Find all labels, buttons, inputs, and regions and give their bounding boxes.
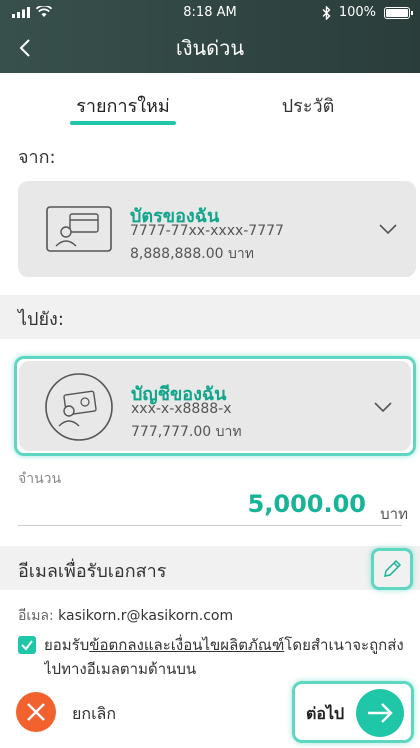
terms-prefix: ยอมรับ [44, 636, 90, 654]
chevron-down-icon [374, 402, 392, 413]
arrow-right-icon [368, 703, 393, 723]
amount-label: จำนวน [18, 471, 62, 487]
pencil-icon[interactable] [382, 559, 402, 579]
chevron-down-icon [379, 224, 397, 235]
terms-link[interactable]: ข้อตกลงและเงื่อนไขผลิตภัณฑ์ [89, 636, 284, 654]
to-card-number: xxx-x-x8888-x [131, 401, 232, 417]
amount-unit: บาท [380, 505, 408, 523]
from-card-amount: 8,888,888.00 บาท [130, 246, 254, 262]
from-card-number: 7777-77xx-xxxx-7777 [130, 223, 284, 239]
footer-bar: ยกเลิก ต่อไป [0, 679, 420, 748]
app-header: 8:18 AM 100% เงินด่วน [0, 0, 420, 73]
bluetooth-icon [322, 5, 331, 20]
tab-history[interactable]: ประวัติ [260, 91, 356, 120]
cancel-button[interactable] [16, 692, 56, 732]
to-card[interactable]: บัญชีของฉัน xxx-x-x8888-x 777,777.00 บาท [19, 361, 411, 451]
to-card-amount: 777,777.00 บาท [131, 424, 242, 440]
next-label[interactable]: ต่อไป [306, 702, 344, 727]
status-right: 100% [322, 5, 413, 20]
next-button[interactable] [356, 689, 404, 737]
email-row: อีเมล: kasikorn.r@kasikorn.com [18, 605, 233, 627]
battery-percent: 100% [338, 5, 376, 20]
from-label: จาก: [18, 147, 56, 168]
email-label: อีเมล: [18, 608, 54, 624]
active-tab-indicator [70, 121, 176, 125]
close-icon [27, 703, 45, 721]
cancel-label[interactable]: ยกเลิก [72, 702, 116, 727]
tab-new-transaction[interactable]: รายการใหม่ [70, 91, 176, 120]
email-section-title: อีเมลเพื่อรับเอกสาร [18, 561, 167, 582]
battery-icon [384, 6, 413, 19]
checkmark-icon [21, 640, 33, 651]
page-title: เงินด่วน [175, 36, 245, 60]
amount-input[interactable]: 5,000.00 [248, 490, 366, 518]
tab-bar: รายการใหม่ ประวัติ [0, 73, 420, 129]
email-value: kasikorn.r@kasikorn.com [58, 608, 234, 624]
amount-divider [18, 525, 402, 526]
from-card[interactable]: บัตรของฉัน 7777-77xx-xxxx-7777 8,888,888… [18, 181, 416, 277]
status-bar: 8:18 AM 100% [0, 4, 420, 22]
terms-text: ยอมรับข้อตกลงและเงื่อนไขผลิตภัณฑ์โดยสำเน… [44, 633, 414, 679]
bank-account-user-icon [45, 373, 113, 441]
credit-card-user-icon [46, 206, 112, 252]
to-label: ไปยัง: [18, 309, 64, 330]
terms-checkbox[interactable] [18, 636, 36, 654]
